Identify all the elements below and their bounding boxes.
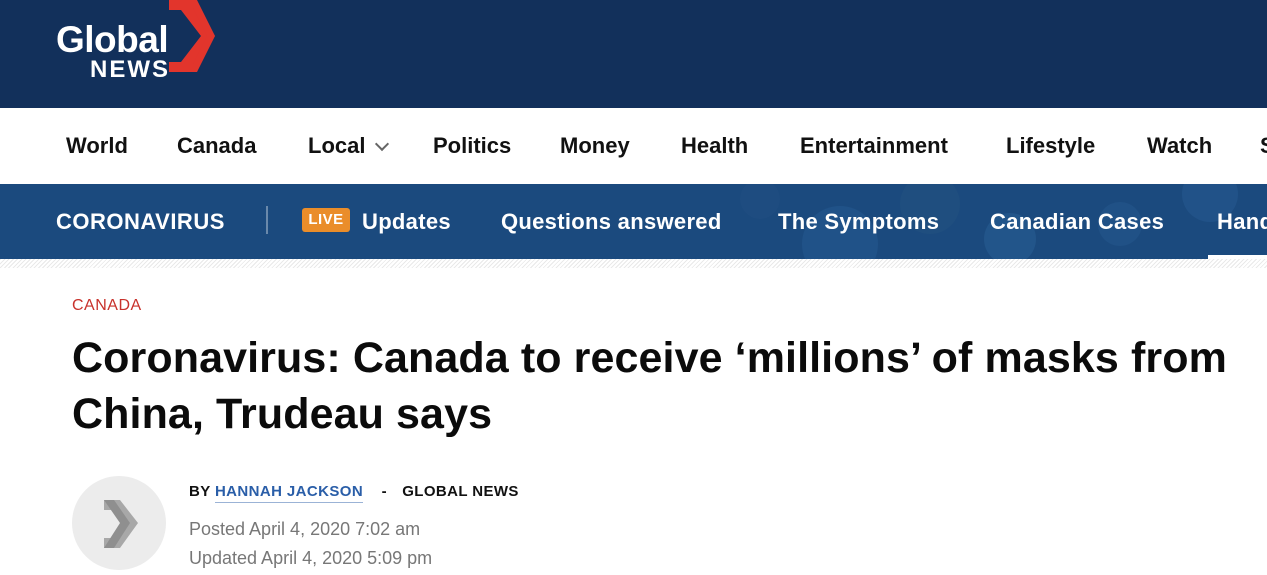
posted-timestamp: Posted April 4, 2020 7:02 am: [189, 519, 421, 539]
nav-item-watch[interactable]: Watch: [1147, 108, 1212, 184]
nav-item-label: S: [1260, 133, 1267, 158]
main-nav: World Canada Local Politics Money Health…: [0, 108, 1267, 184]
covid-nav-label: The Symptoms: [778, 209, 940, 234]
article-category[interactable]: CANADA: [72, 296, 142, 316]
nav-divider: [266, 206, 268, 234]
decorative-stripe: [0, 259, 1267, 268]
nav-item-canada[interactable]: Canada: [177, 108, 256, 184]
nav-item-label: Lifestyle: [1006, 133, 1096, 158]
nav-item-label: Canada: [177, 133, 257, 158]
logo-text-news: NEWS: [90, 56, 170, 83]
nav-item-entertainment[interactable]: Entertainment: [800, 108, 948, 184]
coronavirus-section-title[interactable]: CORONAVIRUS: [56, 184, 225, 259]
byline-separator: -: [381, 483, 388, 500]
covid-nav-questions-answered[interactable]: Questions answered: [501, 184, 722, 259]
live-badge: LIVE: [302, 208, 350, 232]
chevron-down-icon: [375, 136, 390, 152]
updated-timestamp: Updated April 4, 2020 5:09 pm: [189, 548, 433, 568]
nav-item-label: Health: [681, 133, 749, 158]
global-news-chevron-icon: [104, 500, 138, 548]
nav-item-label: Politics: [433, 133, 512, 158]
nav-item-label: Money: [560, 133, 630, 158]
byline-prefix: BY: [189, 483, 211, 500]
article-byline: BY HANNAH JACKSON - GLOBAL NEWS: [189, 482, 519, 503]
article-headline: Coronavirus: Canada to receive ‘millions…: [72, 334, 1227, 438]
nav-item-label: World: [66, 133, 128, 158]
covid-nav-label: Questions answered: [501, 209, 722, 234]
logo-arrow-icon: [169, 0, 215, 72]
covid-nav-label: Updates: [362, 209, 451, 234]
nav-item-health[interactable]: Health: [681, 108, 748, 184]
covid-nav-label: Hand: [1217, 209, 1267, 234]
site-header: Global NEWS: [0, 0, 1267, 108]
nav-item-politics[interactable]: Politics: [433, 108, 511, 184]
logo-text-global: Global: [56, 19, 169, 60]
nav-item-local[interactable]: Local: [308, 108, 390, 184]
nav-item-label: Entertainment: [800, 133, 948, 158]
covid-nav-canadian-cases[interactable]: Canadian Cases: [990, 184, 1164, 259]
nav-item-label: Local: [308, 133, 366, 158]
nav-item-world[interactable]: World: [66, 108, 128, 184]
nav-item-money[interactable]: Money: [560, 108, 630, 184]
covid-nav-symptoms[interactable]: The Symptoms: [778, 184, 939, 259]
author-avatar: [72, 476, 166, 570]
nav-item-label: Watch: [1147, 133, 1213, 158]
article-source: GLOBAL NEWS: [402, 483, 519, 500]
coronavirus-nav: CORONAVIRUS Updates Questions answered T…: [0, 184, 1267, 259]
covid-nav-hand[interactable]: Hand: [1217, 184, 1267, 259]
global-news-logo[interactable]: Global NEWS: [56, 0, 226, 92]
covid-nav-updates[interactable]: Updates: [362, 184, 451, 259]
nav-item-lifestyle[interactable]: Lifestyle: [1006, 108, 1095, 184]
nav-item-truncated[interactable]: S: [1260, 108, 1267, 184]
author-link[interactable]: HANNAH JACKSON: [214, 483, 364, 503]
covid-nav-label: Canadian Cases: [990, 209, 1165, 234]
